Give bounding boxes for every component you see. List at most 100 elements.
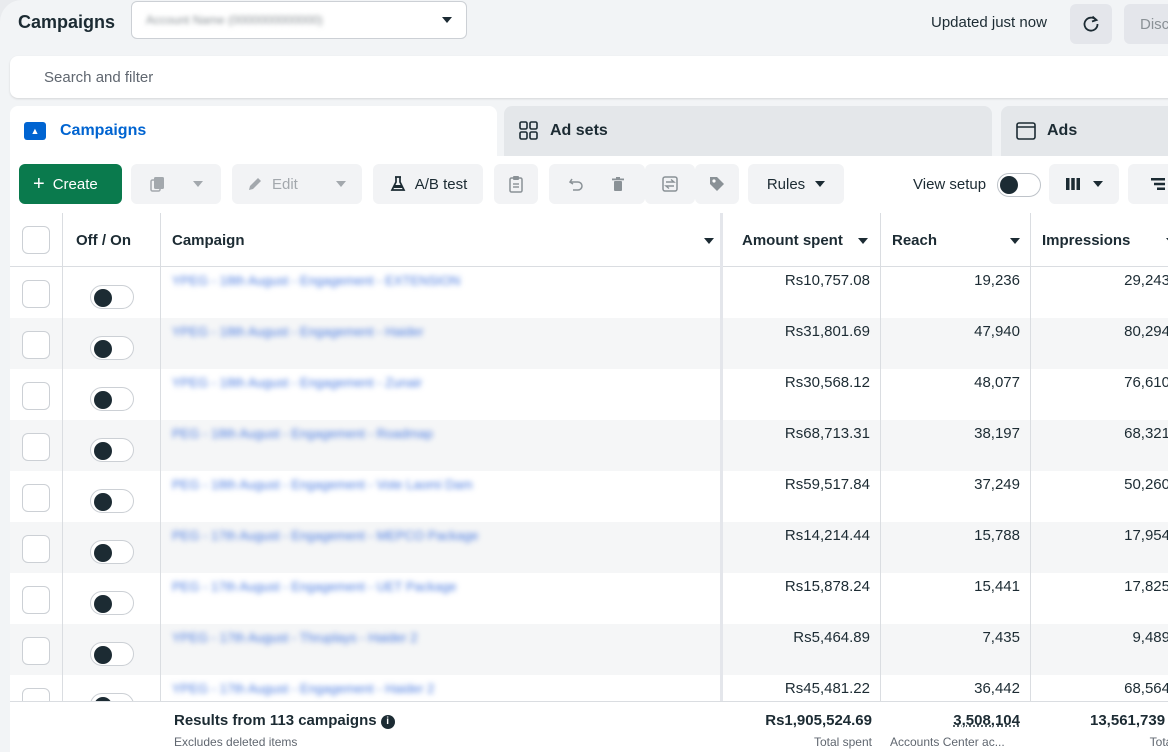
column-divider bbox=[160, 213, 161, 752]
toolbar: + Create Edit A/B test Rules View setup bbox=[10, 156, 1168, 213]
column-divider bbox=[880, 213, 881, 752]
rules-label: Rules bbox=[766, 175, 806, 193]
view-setup-toggle[interactable] bbox=[997, 173, 1041, 197]
campaign-name-redacted[interactable]: YPEG - 18th August - Engagement - EXTENS… bbox=[172, 273, 460, 288]
ab-test-label: A/B test bbox=[414, 175, 468, 193]
column-amount-spent[interactable]: Amount spent bbox=[742, 213, 874, 267]
share-button[interactable] bbox=[645, 164, 695, 204]
duplicate-button[interactable] bbox=[131, 164, 221, 204]
campaign-name-redacted[interactable]: PEG - 17th August - Engagement - MEPCO P… bbox=[172, 528, 478, 543]
tag-button[interactable] bbox=[695, 164, 739, 204]
reach-caption: Accounts Center ac... bbox=[890, 735, 1005, 749]
top-bar: Campaigns Account Name (0000000000000) U… bbox=[0, 0, 1168, 48]
impressions-cell: 17,954 bbox=[1124, 527, 1168, 544]
flask-icon bbox=[390, 176, 406, 191]
ad-account-dropdown[interactable]: Account Name (0000000000000) bbox=[131, 1, 467, 39]
impressions-caption: Total bbox=[1149, 735, 1168, 749]
column-campaign[interactable]: Campaign bbox=[172, 213, 720, 267]
breakdown-button[interactable] bbox=[1128, 164, 1168, 204]
table-row[interactable]: YPEG - 18th August - Engagement - Zunair… bbox=[10, 369, 1168, 420]
clipboard-button[interactable] bbox=[494, 164, 538, 204]
row-checkbox[interactable] bbox=[22, 331, 50, 359]
table-row[interactable]: YPEG - 18th August - Engagement - EXTENS… bbox=[10, 267, 1168, 318]
amount-spent-cell: Rs30,568.12 bbox=[784, 374, 870, 391]
campaign-toggle[interactable] bbox=[90, 285, 134, 309]
chevron-down-icon bbox=[336, 181, 346, 187]
campaign-toggle[interactable] bbox=[90, 591, 134, 615]
create-button[interactable]: + Create bbox=[19, 164, 122, 204]
row-checkbox[interactable] bbox=[22, 433, 50, 461]
toggle-knob bbox=[94, 646, 112, 664]
campaigns-table: Off / On Campaign Amount spent Reach Imp… bbox=[10, 213, 1168, 752]
pencil-icon bbox=[249, 178, 261, 190]
tab-ad-sets[interactable]: Ad sets bbox=[504, 106, 992, 156]
reach-cell: 37,249 bbox=[974, 476, 1020, 493]
campaign-name-redacted[interactable]: YPEG - 17th August - Engagement - Haider… bbox=[172, 681, 434, 696]
campaign-name-redacted[interactable]: YPEG - 18th August - Engagement - Haider bbox=[172, 324, 423, 339]
campaign-toggle[interactable] bbox=[90, 642, 134, 666]
column-off-on[interactable]: Off / On bbox=[76, 213, 131, 267]
table-row[interactable]: PEG - 17th August - Engagement - UET Pac… bbox=[10, 573, 1168, 624]
ad-account-name-redacted: Account Name (0000000000000) bbox=[146, 13, 323, 27]
tab-campaigns[interactable]: ▲ Campaigns bbox=[10, 106, 497, 156]
impressions-total: 13,561,739 bbox=[1090, 712, 1166, 729]
search-input[interactable]: Search and filter bbox=[10, 56, 1168, 98]
columns-button[interactable] bbox=[1049, 164, 1119, 204]
reach-total[interactable]: 3,508,104 bbox=[880, 712, 1020, 729]
undo-icon[interactable] bbox=[568, 176, 584, 192]
reach-cell: 15,441 bbox=[974, 578, 1020, 595]
campaign-name-redacted[interactable]: YPEG - 18th August - Engagement - Zunair bbox=[172, 375, 422, 390]
tab-ads[interactable]: Ads bbox=[1001, 106, 1168, 156]
table-row[interactable]: PEG - 17th August - Engagement - MEPCO P… bbox=[10, 522, 1168, 573]
refresh-button[interactable] bbox=[1070, 4, 1112, 44]
reach-cell: 47,940 bbox=[974, 323, 1020, 340]
impressions-cell: 50,260 bbox=[1124, 476, 1168, 493]
undo-delete-group bbox=[549, 164, 645, 204]
row-checkbox[interactable] bbox=[22, 382, 50, 410]
reach-cell: 38,197 bbox=[974, 425, 1020, 442]
row-checkbox[interactable] bbox=[22, 586, 50, 614]
row-checkbox[interactable] bbox=[22, 637, 50, 665]
campaign-toggle[interactable] bbox=[90, 540, 134, 564]
ab-test-button[interactable]: A/B test bbox=[373, 164, 483, 204]
table-row[interactable]: YPEG - 17th August - Thruplays - Haider … bbox=[10, 624, 1168, 675]
row-checkbox[interactable] bbox=[22, 535, 50, 563]
amount-spent-cell: Rs15,878.24 bbox=[784, 578, 870, 595]
column-impressions[interactable]: Impressions bbox=[1042, 213, 1168, 267]
campaign-name-redacted[interactable]: YPEG - 17th August - Thruplays - Haider … bbox=[172, 630, 417, 645]
column-divider bbox=[1030, 213, 1031, 752]
campaign-name-redacted[interactable]: PEG - 18th August - Engagement - Roadmap bbox=[172, 426, 433, 441]
campaign-toggle[interactable] bbox=[90, 387, 134, 411]
campaign-toggle[interactable] bbox=[90, 438, 134, 462]
chevron-down-icon bbox=[442, 17, 452, 23]
table-row[interactable]: YPEG - 18th August - Engagement - Haider… bbox=[10, 318, 1168, 369]
campaign-toggle[interactable] bbox=[90, 336, 134, 360]
compare-icon bbox=[662, 176, 678, 192]
impressions-cell: 80,294 bbox=[1124, 323, 1168, 340]
select-all-checkbox[interactable] bbox=[22, 226, 50, 254]
trash-icon[interactable] bbox=[610, 176, 626, 192]
ads-manager-window: Campaigns Account Name (0000000000000) U… bbox=[0, 0, 1168, 752]
campaign-toggle[interactable] bbox=[90, 489, 134, 513]
impressions-cell: 76,610 bbox=[1124, 374, 1168, 391]
tag-icon bbox=[710, 177, 724, 191]
campaign-name-redacted[interactable]: PEG - 17th August - Engagement - UET Pac… bbox=[172, 579, 456, 594]
impressions-cell: 17,825 bbox=[1124, 578, 1168, 595]
discard-button[interactable]: Discard bbox=[1124, 4, 1168, 44]
chevron-down-icon bbox=[858, 238, 868, 244]
edit-button[interactable]: Edit bbox=[232, 164, 362, 204]
column-reach[interactable]: Reach bbox=[892, 213, 1024, 267]
ads-icon bbox=[1016, 122, 1036, 140]
amount-spent-caption: Total spent bbox=[813, 735, 872, 749]
row-checkbox[interactable] bbox=[22, 484, 50, 512]
table-row[interactable]: PEG - 18th August - Engagement - Roadmap… bbox=[10, 420, 1168, 471]
row-checkbox[interactable] bbox=[22, 280, 50, 308]
plus-icon: + bbox=[33, 172, 45, 195]
campaign-name-redacted[interactable]: PEG - 18th August - Engagement - Vote La… bbox=[172, 477, 473, 492]
results-summary: Results from 113 campaigns i bbox=[174, 712, 395, 729]
rules-dropdown[interactable]: Rules bbox=[748, 164, 844, 204]
table-row[interactable]: PEG - 18th August - Engagement - Vote La… bbox=[10, 471, 1168, 522]
amount-spent-cell: Rs31,801.69 bbox=[784, 323, 870, 340]
info-icon[interactable]: i bbox=[380, 715, 395, 729]
impressions-cell: 68,564 bbox=[1124, 680, 1168, 697]
